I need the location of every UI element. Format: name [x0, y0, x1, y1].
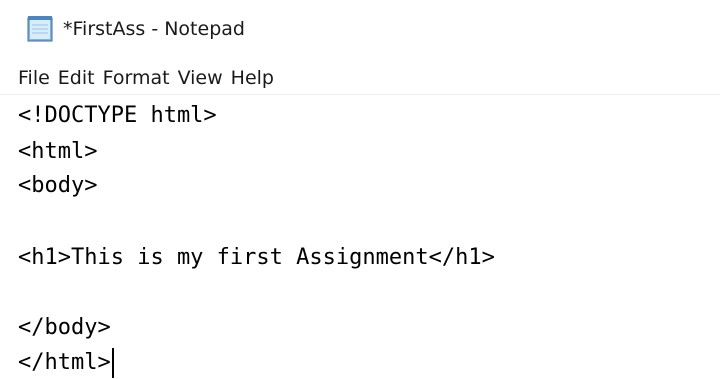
menu-help[interactable]: Help [227, 63, 278, 93]
menu-bar: File Edit Format View Help [0, 62, 720, 95]
editor-line-1[interactable]: <!DOCTYPE html> [18, 100, 217, 132]
menu-edit[interactable]: Edit [54, 63, 99, 93]
menu-file[interactable]: File [14, 63, 54, 93]
menu-view[interactable]: View [174, 63, 227, 93]
text-caret [111, 348, 114, 378]
editor-line-2[interactable]: <html> [18, 136, 97, 168]
editor-line-8[interactable]: </html> [18, 347, 111, 379]
menu-format[interactable]: Format [99, 63, 174, 93]
editor-line-3[interactable]: <body> [18, 170, 97, 202]
editor-line-7[interactable]: </body> [18, 312, 111, 344]
text-editor[interactable]: <!DOCTYPE html> <html> <body> <h1>This i… [0, 96, 720, 379]
editor-line-5[interactable]: <h1>This is my first Assignment</h1> [18, 242, 495, 274]
notepad-icon [27, 16, 53, 42]
title-bar: *FirstAss - Notepad [0, 0, 720, 58]
notepad-window: *FirstAss - Notepad File Edit Format Vie… [0, 0, 720, 379]
window-title: *FirstAss - Notepad [63, 18, 245, 40]
